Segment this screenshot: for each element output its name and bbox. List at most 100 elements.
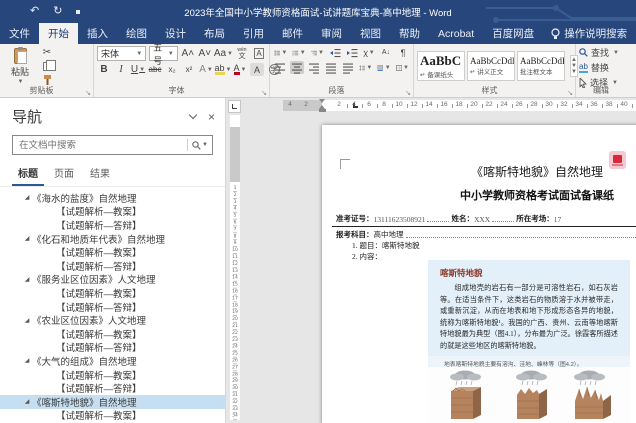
line-spacing-icon[interactable]: ▼: [358, 61, 373, 74]
character-shading-button[interactable]: A: [250, 63, 264, 76]
strikethrough-button[interactable]: abc: [148, 63, 162, 76]
ribbon-tab-引用[interactable]: 引用: [234, 23, 273, 44]
distribute-icon[interactable]: [341, 61, 355, 74]
style-card-1[interactable]: AaBbCcDdl↵ 讲义正文: [467, 51, 515, 81]
character-border-button[interactable]: A: [252, 47, 266, 60]
nav-item[interactable]: 【试题解析—教案】: [0, 245, 225, 259]
asian-layout-icon[interactable]: ꭓ▼: [362, 46, 376, 59]
nav-item[interactable]: ◢《大气的组成》自然地理: [0, 354, 225, 368]
nav-item[interactable]: 【试题解析—答辩】: [0, 341, 225, 355]
nav-item[interactable]: 【试题解析—教案】: [0, 327, 225, 341]
ribbon-tab-帮助[interactable]: 帮助: [390, 23, 429, 44]
ribbon-tab-百度网盘[interactable]: 百度网盘: [483, 23, 543, 44]
nav-item[interactable]: 【试题解析—教案】: [0, 286, 225, 300]
nav-tab-页面[interactable]: 页面: [48, 163, 80, 186]
paste-button[interactable]: 粘贴 ▼: [3, 48, 37, 85]
nav-pane-close-icon[interactable]: ×: [208, 110, 215, 124]
ribbon-tab-开始[interactable]: 开始: [39, 23, 78, 44]
touch-mode-icon[interactable]: [76, 10, 80, 14]
nav-tab-标题[interactable]: 标题: [12, 163, 44, 186]
shading-icon[interactable]: ▼: [376, 61, 391, 74]
underline-button[interactable]: U▼: [131, 63, 145, 76]
bold-button[interactable]: B: [97, 63, 111, 76]
search-button[interactable]: ▼: [188, 141, 212, 150]
align-center-icon[interactable]: [290, 61, 304, 74]
nav-item[interactable]: 【试题解析—教案】: [0, 205, 225, 219]
italic-button[interactable]: I: [114, 63, 128, 76]
collapse-triangle-icon[interactable]: ◢: [22, 276, 32, 283]
ribbon-tab-布局[interactable]: 布局: [195, 23, 234, 44]
dialog-launcher-icon[interactable]: ↘: [261, 89, 267, 97]
change-case-button[interactable]: Aa▼: [215, 47, 232, 60]
search-input[interactable]: [13, 140, 187, 151]
find-button[interactable]: 查找▼: [579, 46, 633, 59]
document-page[interactable]: 《喀斯特地貌》自然地理 中小学教师资格考试面试备课纸 准考证号：13111623…: [322, 125, 636, 423]
highlight-color-button[interactable]: ab▼: [216, 63, 230, 76]
tab-selector[interactable]: [228, 100, 241, 113]
font-name-combo[interactable]: 宋体▼: [97, 46, 146, 61]
undo-icon[interactable]: ↶: [30, 6, 39, 17]
magnifier-icon: [192, 141, 201, 150]
floating-plugin-icon[interactable]: [609, 151, 626, 169]
font-size-combo[interactable]: 五号▼: [149, 46, 178, 61]
dialog-launcher-icon[interactable]: ↘: [85, 89, 91, 97]
copy-button[interactable]: [40, 60, 54, 73]
cut-button[interactable]: ✂: [40, 46, 54, 59]
nav-item[interactable]: 【试题解析—答辩】: [0, 259, 225, 273]
subscript-button[interactable]: x₂: [165, 63, 179, 76]
nav-item[interactable]: 【试题解析—答辩】: [0, 300, 225, 314]
nav-item[interactable]: 【试题解析—答辩】: [0, 218, 225, 232]
ribbon-tab-文件[interactable]: 文件: [0, 23, 39, 44]
nav-tab-结果[interactable]: 结果: [84, 163, 116, 186]
nav-item[interactable]: ◢《海水的盐度》自然地理: [0, 191, 225, 205]
redo-icon[interactable]: ↻: [53, 6, 62, 17]
grow-font-button[interactable]: A˄: [181, 47, 195, 60]
increase-indent-icon[interactable]: [345, 46, 359, 59]
char-border-icon: A: [254, 48, 263, 59]
indent-markers[interactable]: [318, 99, 327, 112]
horizontal-ruler[interactable]: 42246810121416182022242628303234363840: [243, 98, 636, 113]
show-marks-icon[interactable]: ¶: [396, 46, 410, 59]
nav-item[interactable]: 【试题解析—教案】: [0, 409, 225, 423]
nav-pane-options-chevron-icon[interactable]: [189, 111, 197, 119]
tell-me-box[interactable]: 操作说明搜索: [543, 23, 635, 44]
ribbon-tab-Acrobat[interactable]: Acrobat: [429, 23, 483, 44]
style-card-2[interactable]: AaBbCcDdEe批注框文本: [517, 51, 565, 81]
borders-icon[interactable]: ▼: [395, 61, 410, 74]
justify-icon[interactable]: [324, 61, 338, 74]
superscript-button[interactable]: x²: [182, 63, 196, 76]
dialog-launcher-icon[interactable]: ↘: [567, 89, 573, 97]
align-right-icon[interactable]: [307, 61, 321, 74]
collapse-triangle-icon[interactable]: ◢: [22, 194, 32, 201]
shrink-font-button[interactable]: A˅: [198, 47, 212, 60]
nav-item[interactable]: ◢《化石和地质年代表》自然地理: [0, 232, 225, 246]
ribbon-tab-插入[interactable]: 插入: [78, 23, 117, 44]
replace-button[interactable]: ab 替换: [579, 61, 633, 74]
vertical-ruler[interactable]: 1234567891011121314151617181920212223242…: [229, 115, 241, 420]
bullet-list-icon[interactable]: ▼: [273, 46, 288, 59]
text-effects-button[interactable]: A▼: [199, 63, 213, 76]
nav-item[interactable]: 【试题解析—答辩】: [0, 381, 225, 395]
ribbon-tab-邮件[interactable]: 邮件: [273, 23, 312, 44]
dialog-launcher-icon[interactable]: ↘: [405, 89, 411, 97]
nav-item[interactable]: ◢《农业区位因素》人文地理: [0, 313, 225, 327]
phonetic-guide-button[interactable]: wén文: [235, 47, 249, 60]
decrease-indent-icon[interactable]: [328, 46, 342, 59]
ribbon-tab-视图[interactable]: 视图: [351, 23, 390, 44]
nav-item[interactable]: ◢《服务业区位因素》人文地理: [0, 273, 225, 287]
nav-item[interactable]: 【试题解析—教案】: [0, 368, 225, 382]
number-list-icon[interactable]: ▼: [291, 46, 306, 59]
ribbon-tab-绘图[interactable]: 绘图: [117, 23, 156, 44]
collapse-triangle-icon[interactable]: ◢: [22, 357, 32, 364]
nav-item-label: 【试题解析—教案】: [56, 286, 142, 300]
collapse-triangle-icon[interactable]: ◢: [22, 317, 32, 324]
font-color-button[interactable]: A▼: [233, 63, 247, 76]
ribbon-tab-审阅[interactable]: 审阅: [312, 23, 351, 44]
style-card-0[interactable]: AaBbC↵ 备课纸头: [417, 51, 465, 81]
nav-item[interactable]: ◢《喀斯特地貌》自然地理: [0, 395, 225, 409]
sort-icon[interactable]: A↓: [379, 46, 393, 59]
collapse-triangle-icon[interactable]: ◢: [22, 235, 32, 242]
align-left-icon[interactable]: [273, 61, 287, 74]
multilevel-list-icon[interactable]: ▼: [310, 46, 325, 59]
collapse-triangle-icon[interactable]: ◢: [22, 398, 32, 405]
